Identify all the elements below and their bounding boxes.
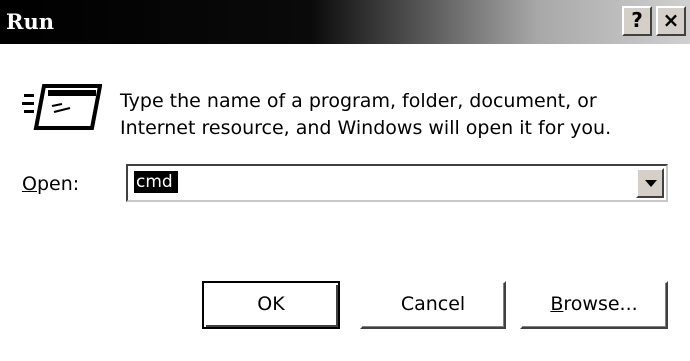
open-label-text: pen: [36,173,80,195]
open-input[interactable] [134,171,178,193]
description: Type the name of a program, folder, docu… [120,88,660,142]
open-combobox[interactable] [126,164,668,202]
open-label-accelerator: O [22,173,37,195]
run-dialog: Run ? × Type the name of a program, fold… [0,0,690,361]
browse-accelerator: B [550,293,564,315]
browse-button[interactable]: Browse... [520,281,668,329]
chevron-down-icon [645,180,657,187]
title-bar[interactable]: Run ? × [0,0,690,44]
description-line-2: Internet resource, and Windows will open… [120,117,612,139]
cancel-button[interactable]: Cancel [360,281,506,329]
dropdown-button[interactable] [636,168,664,198]
open-label: Open: [22,173,79,195]
ok-button[interactable]: OK [202,281,340,329]
run-program-icon [22,84,102,130]
close-button[interactable]: × [656,6,686,36]
description-line-1: Type the name of a program, folder, docu… [120,90,597,112]
window-title: Run [6,9,54,34]
browse-label: rowse... [563,293,638,315]
help-button[interactable]: ? [622,6,652,36]
